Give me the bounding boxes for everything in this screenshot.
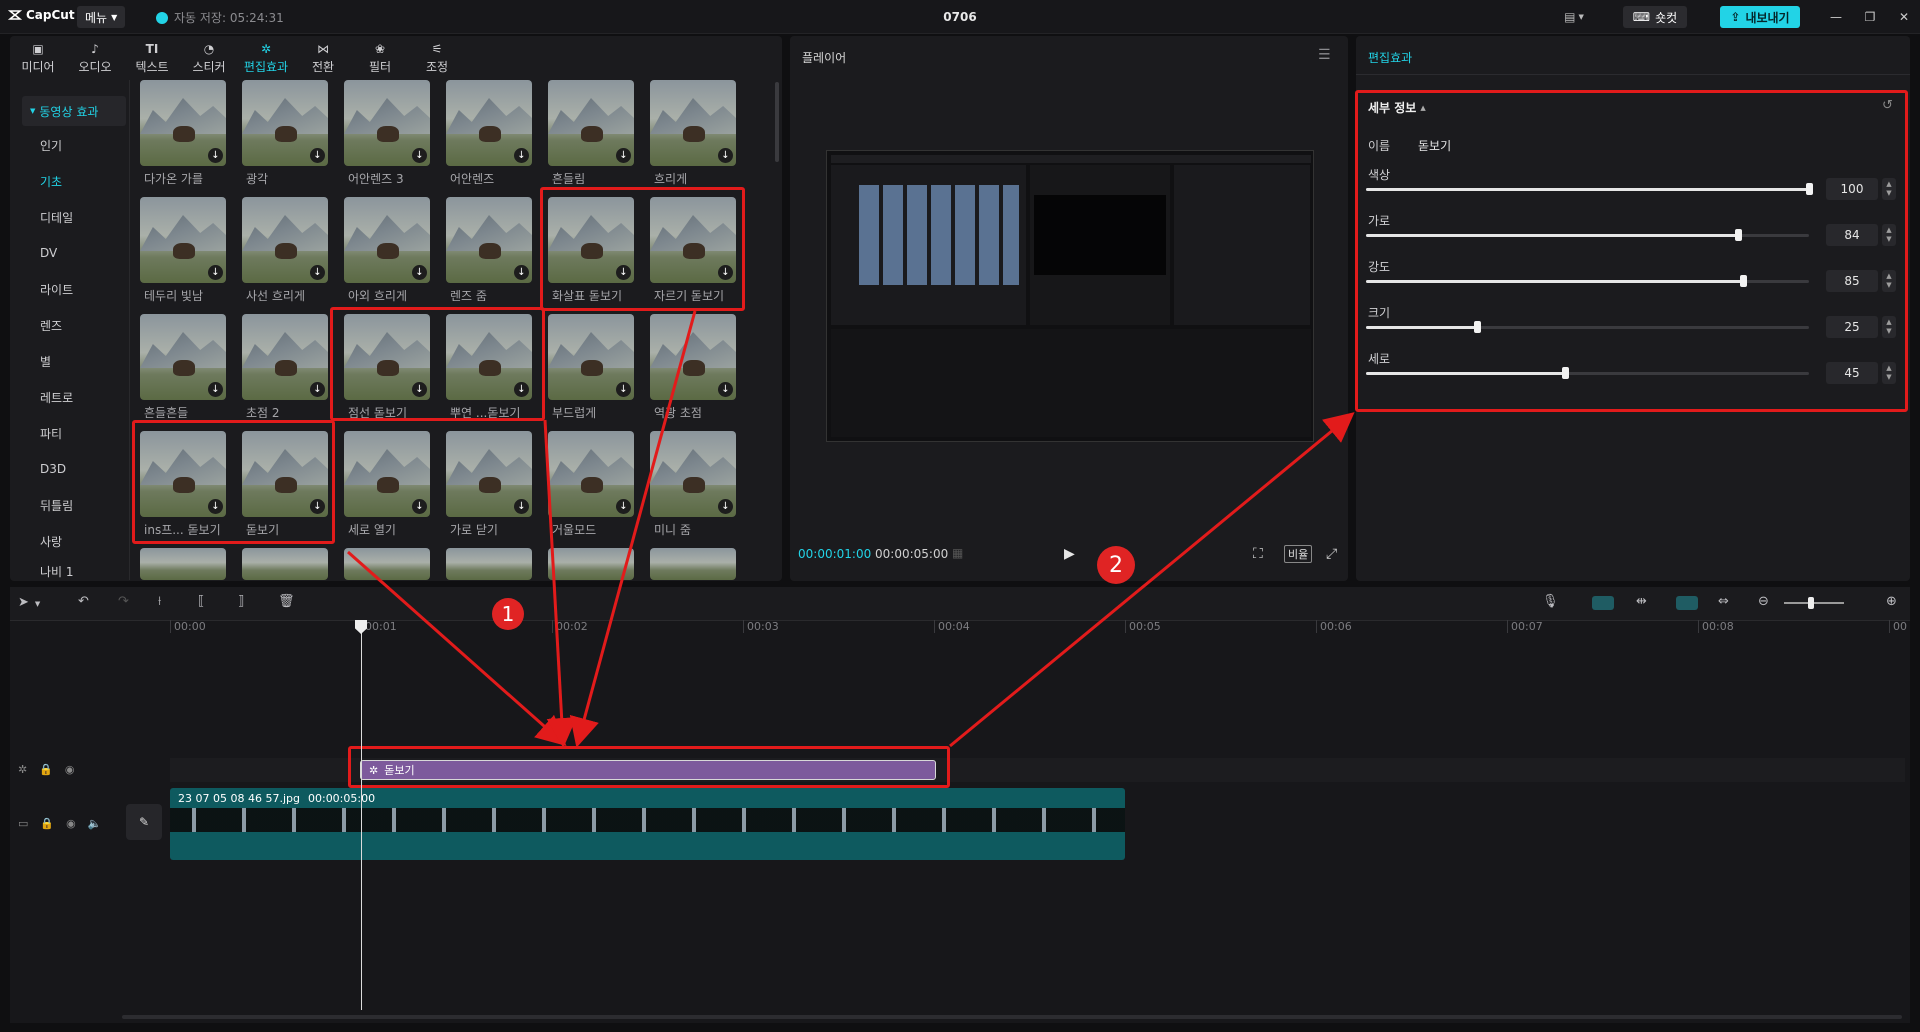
annotation-arrows — [347, 310, 1355, 748]
annotation-badge-2: 2 — [1097, 546, 1135, 584]
annotation-badge-1: 1 — [492, 598, 524, 630]
